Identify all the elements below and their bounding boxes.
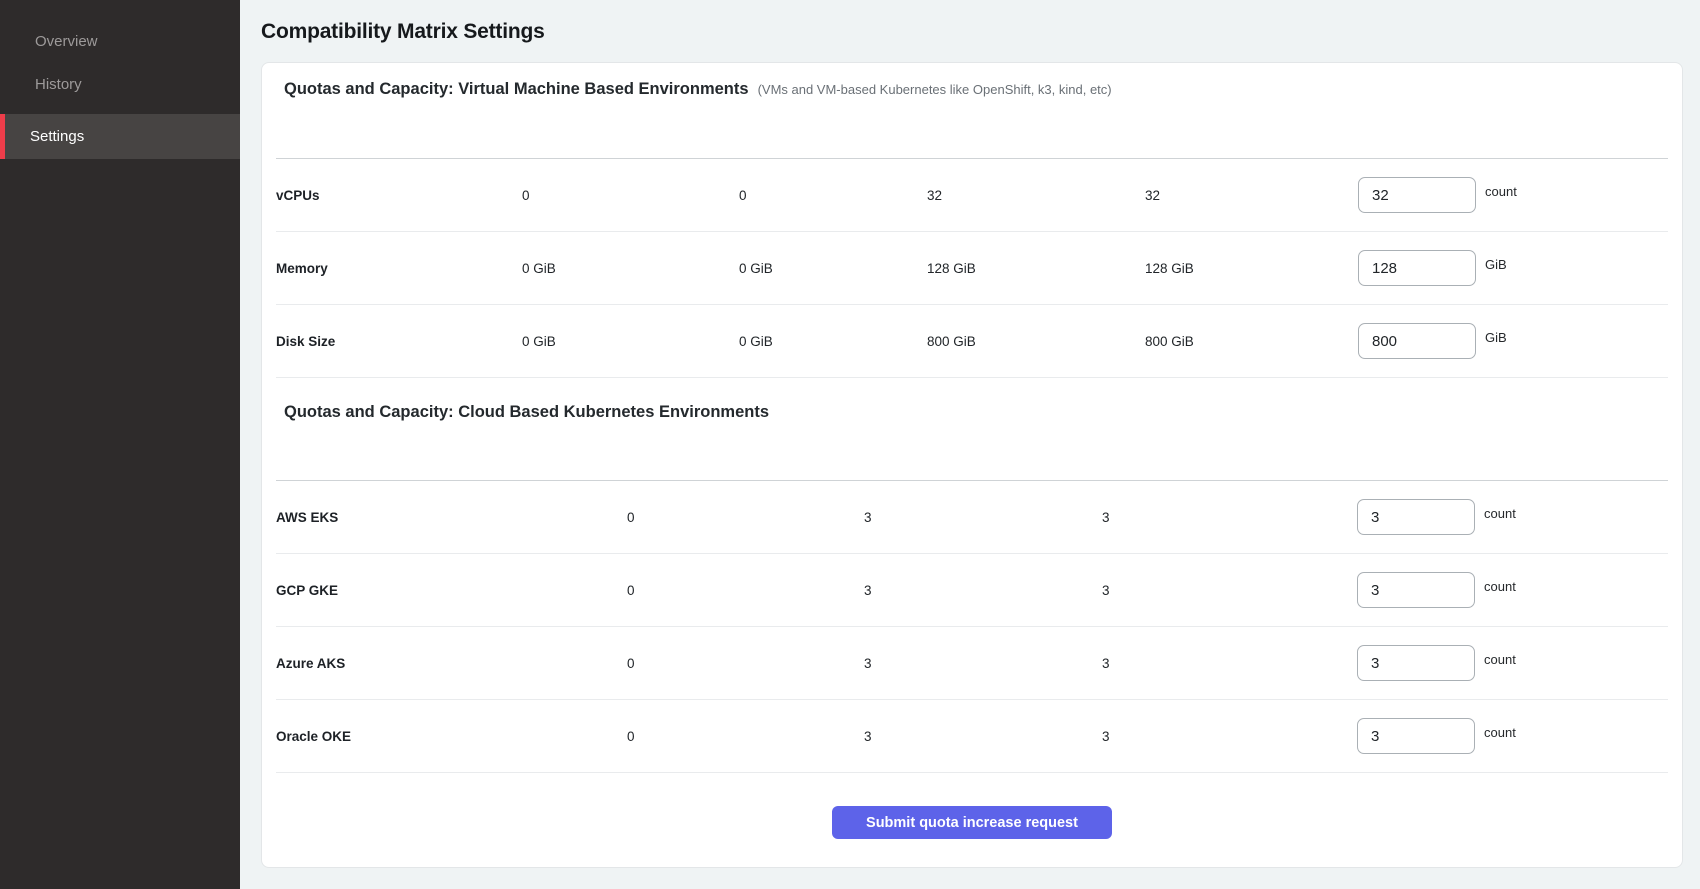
request-increase-input[interactable] [1358, 323, 1476, 359]
vm-table-body: vCPUs 0 0 32 32 count Memory 0 GiB 0 GiB… [276, 159, 1668, 378]
sidebar: Overview History Settings [0, 0, 240, 889]
cloud-table-header [276, 436, 1668, 481]
vm-section-subheading: (VMs and VM-based Kubernetes like OpenSh… [758, 78, 1112, 102]
in-use-value: 0 [627, 510, 864, 525]
resource-label: Oracle OKE [276, 729, 627, 744]
sidebar-item-settings[interactable]: Settings [0, 114, 240, 159]
default-value: 3 [1102, 510, 1357, 525]
default-value: 800 GiB [1145, 334, 1358, 349]
request-increase-input[interactable] [1357, 645, 1475, 681]
cloud-section-heading: Quotas and Capacity: Cloud Based Kuberne… [284, 400, 769, 424]
request-increase-input[interactable] [1358, 177, 1476, 213]
in-use-value: 0 GiB [739, 334, 927, 349]
unit-label: GiB [1485, 257, 1507, 272]
unit-label: count [1485, 184, 1517, 199]
unit-label: count [1484, 725, 1516, 740]
request-increase-cell: GiB [1358, 323, 1668, 359]
queued-value: 0 GiB [522, 334, 739, 349]
resource-label: AWS EKS [276, 510, 627, 525]
sidebar-item-overview[interactable]: Overview [0, 20, 240, 63]
cloud-table-body: AWS EKS 0 3 3 count GCP GKE 0 3 3 count … [276, 481, 1668, 773]
resource-label: Disk Size [276, 334, 522, 349]
table-row: vCPUs 0 0 32 32 count [276, 159, 1668, 232]
cloud-section-heading-row: Quotas and Capacity: Cloud Based Kuberne… [276, 400, 1668, 424]
sidebar-item-label: Settings [30, 128, 84, 145]
request-increase-input[interactable] [1358, 250, 1476, 286]
unit-label: count [1484, 506, 1516, 521]
request-increase-cell: count [1357, 572, 1668, 608]
submit-row: Submit quota increase request [276, 806, 1668, 839]
request-increase-cell: count [1357, 718, 1668, 754]
table-row: Disk Size 0 GiB 0 GiB 800 GiB 800 GiB Gi… [276, 305, 1668, 378]
default-value: 3 [1102, 729, 1357, 744]
unit-label: GiB [1485, 330, 1507, 345]
table-row: GCP GKE 0 3 3 count [276, 554, 1668, 627]
table-row: Memory 0 GiB 0 GiB 128 GiB 128 GiB GiB [276, 232, 1668, 305]
request-increase-input[interactable] [1357, 572, 1475, 608]
quota-value: 3 [864, 510, 1102, 525]
vm-section-heading: Quotas and Capacity: Virtual Machine Bas… [284, 77, 749, 101]
quota-value: 3 [864, 583, 1102, 598]
default-value: 128 GiB [1145, 261, 1358, 276]
request-increase-cell: count [1357, 645, 1668, 681]
in-use-value: 0 [627, 656, 864, 671]
table-row: Azure AKS 0 3 3 count [276, 627, 1668, 700]
in-use-value: 0 GiB [739, 261, 927, 276]
quota-value: 128 GiB [927, 261, 1145, 276]
settings-card: Quotas and Capacity: Virtual Machine Bas… [261, 62, 1683, 868]
sidebar-item-label: History [35, 76, 82, 93]
unit-label: count [1484, 652, 1516, 667]
sidebar-item-label: Overview [35, 33, 98, 50]
quota-value: 32 [927, 188, 1145, 203]
table-row: AWS EKS 0 3 3 count [276, 481, 1668, 554]
vm-section-heading-row: Quotas and Capacity: Virtual Machine Bas… [276, 77, 1668, 102]
queued-value: 0 [522, 188, 739, 203]
sidebar-item-history[interactable]: History [0, 63, 240, 106]
default-value: 3 [1102, 583, 1357, 598]
submit-quota-increase-button[interactable]: Submit quota increase request [832, 806, 1112, 839]
resource-label: GCP GKE [276, 583, 627, 598]
resource-label: vCPUs [276, 188, 522, 203]
vm-table-header [276, 114, 1668, 159]
resource-label: Azure AKS [276, 656, 627, 671]
default-value: 3 [1102, 656, 1357, 671]
quota-value: 3 [864, 729, 1102, 744]
unit-label: count [1484, 579, 1516, 594]
request-increase-input[interactable] [1357, 718, 1475, 754]
quota-value: 800 GiB [927, 334, 1145, 349]
in-use-value: 0 [627, 583, 864, 598]
main-content: Compatibility Matrix Settings Quotas and… [240, 0, 1700, 889]
in-use-value: 0 [627, 729, 864, 744]
default-value: 32 [1145, 188, 1358, 203]
resource-label: Memory [276, 261, 522, 276]
request-increase-cell: GiB [1358, 250, 1668, 286]
request-increase-input[interactable] [1357, 499, 1475, 535]
quota-value: 3 [864, 656, 1102, 671]
in-use-value: 0 [739, 188, 927, 203]
queued-value: 0 GiB [522, 261, 739, 276]
request-increase-cell: count [1358, 177, 1668, 213]
page-title: Compatibility Matrix Settings [261, 19, 1683, 45]
table-row: Oracle OKE 0 3 3 count [276, 700, 1668, 773]
request-increase-cell: count [1357, 499, 1668, 535]
